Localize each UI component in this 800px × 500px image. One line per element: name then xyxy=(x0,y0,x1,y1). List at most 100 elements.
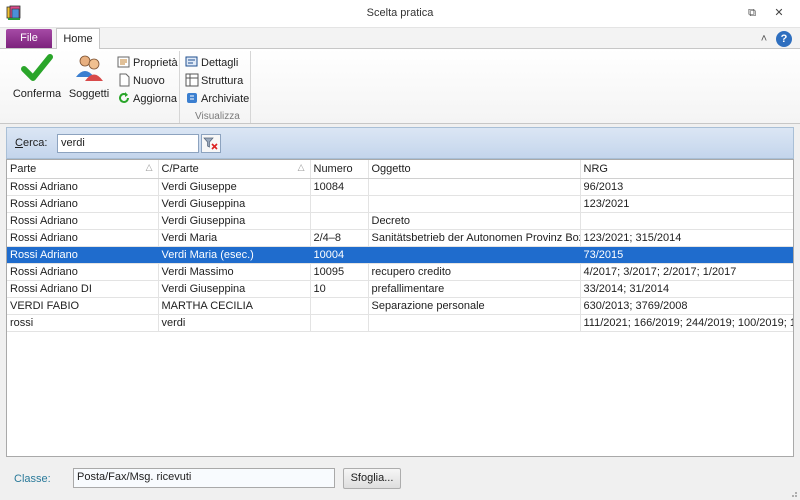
cell-oggetto xyxy=(368,246,581,264)
struttura-button[interactable]: Struttura xyxy=(185,73,243,89)
window-title: Scelta pratica xyxy=(366,7,434,19)
search-bar: Cerca: verdi xyxy=(6,127,794,159)
cell-numero: 10095 xyxy=(310,263,369,281)
search-label-text: erca: xyxy=(22,137,48,149)
cell-cparte: Verdi Massimo xyxy=(158,263,311,281)
cell-numero xyxy=(310,314,369,332)
cell-nrg: 123/2021 xyxy=(580,195,793,213)
dettagli-label: Dettagli xyxy=(201,57,239,69)
cell-parte: VERDI FABIO xyxy=(7,297,159,315)
cell-cparte: Verdi Giuseppe xyxy=(158,178,311,196)
cell-oggetto xyxy=(368,178,581,196)
cell-cparte: Verdi Giuseppina xyxy=(158,195,311,213)
cell-cparte: verdi xyxy=(158,314,311,332)
table-row[interactable]: Rossi Adriano Verdi Maria 2/4–8 Sanitäts… xyxy=(7,229,793,247)
archiviate-label: Archiviate xyxy=(201,93,250,105)
cell-nrg: 96/2013 xyxy=(580,178,793,196)
cell-parte: Rossi Adriano xyxy=(7,246,159,264)
search-label-mnemonic: C xyxy=(15,137,23,149)
clear-filter-icon xyxy=(203,137,218,150)
archiviate-button[interactable]: Archiviate xyxy=(185,91,249,107)
cell-oggetto: recupero credito xyxy=(368,263,581,281)
structure-icon xyxy=(185,73,199,87)
search-input[interactable]: verdi xyxy=(57,134,199,153)
cell-oggetto: Separazione personale xyxy=(368,297,581,315)
cell-nrg xyxy=(580,212,793,230)
table-row[interactable]: VERDI FABIO MARTHA CECILIA Separazione p… xyxy=(7,297,793,315)
aggiorna-button[interactable]: Aggiorna xyxy=(117,91,177,107)
table-row[interactable]: Rossi Adriano Verdi Giuseppe 10084 96/20… xyxy=(7,178,793,196)
users-icon xyxy=(76,55,103,81)
tab-home[interactable]: Home xyxy=(56,28,100,49)
table-row[interactable]: rossi verdi 111/2021; 166/2019; 244/2019… xyxy=(7,314,793,332)
ribbon-separator xyxy=(250,51,251,123)
results-table: Parte △ C/Parte △ Numero Oggetto NRG Rossi… xyxy=(7,160,793,332)
cell-parte: Rossi Adriano xyxy=(7,212,159,230)
table-row[interactable]: Rossi Adriano DI Verdi Giuseppina 10 pre… xyxy=(7,280,793,298)
proprieta-label: Proprietà xyxy=(133,57,178,69)
collapse-ribbon-icon[interactable]: ˄ xyxy=(756,31,772,47)
cell-numero: 10004 xyxy=(310,246,369,264)
close-window-button[interactable]: ✕ xyxy=(769,4,789,22)
table-row-selected[interactable]: Rossi Adriano Verdi Maria (esec.) 10004 … xyxy=(7,246,793,264)
column-header-oggetto[interactable]: Oggetto xyxy=(368,160,581,179)
cell-cparte: Verdi Maria xyxy=(158,229,311,247)
help-icon[interactable]: ? xyxy=(776,31,792,47)
cell-parte: Rossi Adriano xyxy=(7,195,159,213)
column-header-label: Oggetto xyxy=(371,162,411,175)
column-header-nrg[interactable]: NRG xyxy=(580,160,793,179)
table-row[interactable]: Rossi Adriano Verdi Giuseppina 123/2021 xyxy=(7,195,793,213)
cell-parte: Rossi Adriano xyxy=(7,178,159,196)
group-label-visualizza: Visualizza xyxy=(195,111,240,122)
conferma-button[interactable]: Conferma xyxy=(12,53,62,101)
classe-label: Classe: xyxy=(14,473,51,485)
cell-nrg: 123/2021; 315/2014 xyxy=(580,229,793,247)
properties-icon xyxy=(117,56,130,68)
aggiorna-label: Aggiorna xyxy=(133,93,178,105)
details-icon xyxy=(185,56,198,67)
resize-grip-icon[interactable] xyxy=(788,488,798,498)
cell-nrg: 73/2015 xyxy=(580,246,793,264)
sort-triangle-icon: △ xyxy=(297,162,305,172)
new-document-icon xyxy=(119,73,130,87)
table-row[interactable]: Rossi Adriano Verdi Giuseppina Decreto xyxy=(7,212,793,230)
ribbon-tab-bar: File Home ˄ ? xyxy=(0,28,800,49)
cell-cparte: Verdi Giuseppina xyxy=(158,212,311,230)
refresh-icon xyxy=(119,92,129,103)
nuovo-label: Nuovo xyxy=(133,75,165,87)
cell-cparte: Verdi Maria (esec.) xyxy=(158,246,311,264)
search-label: Cerca: xyxy=(15,137,47,149)
table-row[interactable]: Rossi Adriano Verdi Massimo 10095 recupe… xyxy=(7,263,793,281)
nuovo-button[interactable]: Nuovo xyxy=(117,73,165,89)
cell-oggetto: prefallimentare xyxy=(368,280,581,298)
restore-window-button[interactable]: ⧉ xyxy=(742,4,762,22)
classe-field[interactable]: Posta/Fax/Msg. ricevuti xyxy=(73,468,335,488)
proprieta-button[interactable]: Proprietà xyxy=(117,55,178,71)
cell-nrg: 630/2013; 3769/2008 xyxy=(580,297,793,315)
cell-oggetto xyxy=(368,195,581,213)
checkmark-icon xyxy=(21,54,53,81)
clear-filter-button[interactable] xyxy=(201,134,221,153)
cell-oggetto: Sanitätsbetrieb der Autonomen Provinz Bo… xyxy=(368,229,581,247)
column-header-label: NRG xyxy=(583,162,608,175)
cell-numero xyxy=(310,297,369,315)
ribbon-separator xyxy=(179,51,180,123)
soggetti-button[interactable]: Soggetti xyxy=(66,53,112,101)
cell-numero xyxy=(310,195,369,213)
column-header-label: Parte xyxy=(10,162,37,175)
column-header-numero[interactable]: Numero xyxy=(310,160,369,179)
cell-cparte: Verdi Giuseppina xyxy=(158,280,311,298)
cell-nrg: 111/2021; 166/2019; 244/2019; 100/2019; … xyxy=(580,314,793,332)
cell-oggetto xyxy=(368,314,581,332)
table-header-row: Parte △ C/Parte △ Numero Oggetto NRG xyxy=(7,160,793,179)
sfoglia-button[interactable]: Sfoglia... xyxy=(343,468,401,489)
column-header-parte[interactable]: Parte △ xyxy=(7,160,159,179)
tab-file[interactable]: File xyxy=(6,29,52,48)
results-grid: Parte △ C/Parte △ Numero Oggetto NRG Rossi… xyxy=(6,159,794,457)
cell-parte: Rossi Adriano DI xyxy=(7,280,159,298)
archive-icon xyxy=(187,93,197,103)
ribbon: Conferma Soggetti Proprietà Nuovo Aggior… xyxy=(0,48,800,124)
cell-numero: 10 xyxy=(310,280,369,298)
column-header-cparte[interactable]: C/Parte △ xyxy=(158,160,311,179)
dettagli-button[interactable]: Dettagli xyxy=(185,55,238,71)
